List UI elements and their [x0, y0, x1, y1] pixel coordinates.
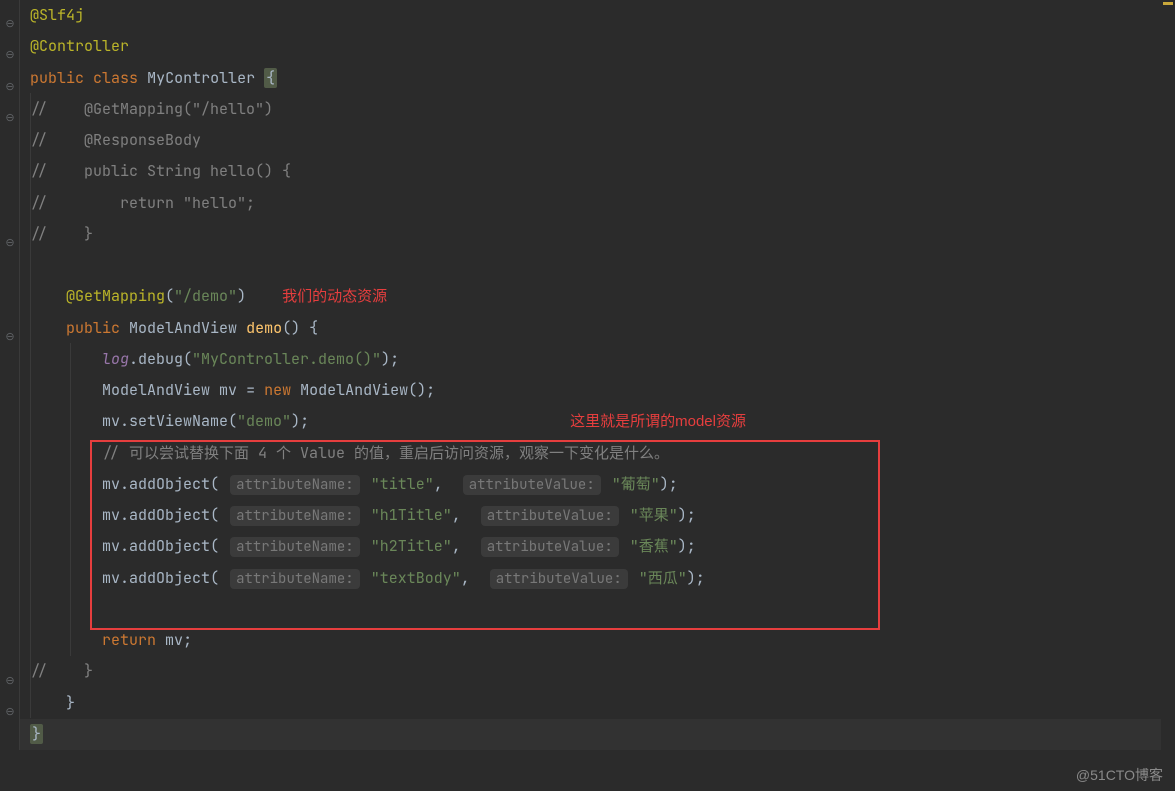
- code-line[interactable]: @Slf4j: [20, 0, 1175, 31]
- annotation: @Slf4j: [30, 5, 84, 25]
- code-line[interactable]: // @GetMapping("/hello"): [20, 94, 1175, 125]
- code-line[interactable]: mv.setViewName("demo"); 这里就是所谓的model资源: [20, 406, 1175, 437]
- fold-icon[interactable]: ⊖: [3, 103, 17, 117]
- fold-icon[interactable]: ⊖: [3, 40, 17, 54]
- code-line[interactable]: mv.addObject( attributeName: "textBody",…: [20, 563, 1175, 594]
- code-line[interactable]: @Controller: [20, 31, 1175, 62]
- fold-icon[interactable]: ⊖: [3, 72, 17, 86]
- param-hint: attributeName:: [230, 475, 360, 495]
- code-line[interactable]: // 可以尝试替换下面 4 个 Value 的值，重启后访问资源，观察一下变化是…: [20, 438, 1175, 469]
- code-line[interactable]: }: [20, 719, 1175, 750]
- code-line[interactable]: // return "hello";: [20, 188, 1175, 219]
- watermark: @51CTO博客: [1076, 760, 1163, 791]
- fold-icon[interactable]: ⊖: [3, 9, 17, 23]
- param-hint: attributeName:: [230, 569, 360, 589]
- code-line[interactable]: public ModelAndView demo() {: [20, 313, 1175, 344]
- annotation: @Controller: [30, 36, 129, 56]
- code-line[interactable]: mv.addObject( attributeName: "h1Title", …: [20, 500, 1175, 531]
- code-line[interactable]: // public String hello() {: [20, 156, 1175, 187]
- fold-icon[interactable]: ⊖: [3, 666, 17, 680]
- param-hint: attributeName:: [230, 537, 360, 557]
- code-line[interactable]: mv.addObject( attributeName: "title", at…: [20, 469, 1175, 500]
- param-hint: attributeValue:: [481, 506, 619, 526]
- code-line[interactable]: public class MyController {: [20, 63, 1175, 94]
- code-line[interactable]: // }: [20, 219, 1175, 250]
- code-line[interactable]: @GetMapping("/demo") 我们的动态资源: [20, 281, 1175, 312]
- param-hint: attributeValue:: [481, 537, 619, 557]
- matched-brace: {: [264, 68, 277, 88]
- param-hint: attributeValue:: [463, 475, 601, 495]
- code-line[interactable]: log.debug("MyController.demo()");: [20, 344, 1175, 375]
- fold-icon[interactable]: ⊖: [3, 697, 17, 711]
- inline-annotation: 这里就是所谓的model资源: [570, 413, 746, 430]
- code-line[interactable]: [20, 250, 1175, 281]
- code-line[interactable]: ModelAndView mv = new ModelAndView();: [20, 375, 1175, 406]
- matched-brace: }: [30, 724, 43, 744]
- error-stripe[interactable]: [1161, 0, 1175, 789]
- code-line[interactable]: // @ResponseBody: [20, 125, 1175, 156]
- code-line[interactable]: // }: [20, 656, 1175, 687]
- code-editor[interactable]: ⊖ ⊖ ⊖ ⊖ ⊖ ⊖ ⊖ ⊖ @Slf4j @Controller publi…: [0, 0, 1175, 750]
- fold-icon[interactable]: ⊖: [3, 322, 17, 336]
- code-line[interactable]: return mv;: [20, 625, 1175, 656]
- param-hint: attributeName:: [230, 506, 360, 526]
- code-line[interactable]: mv.addObject( attributeName: "h2Title", …: [20, 531, 1175, 562]
- param-hint: attributeValue:: [490, 569, 628, 589]
- gutter: ⊖ ⊖ ⊖ ⊖ ⊖ ⊖ ⊖ ⊖: [0, 0, 20, 750]
- warning-marker[interactable]: [1163, 2, 1173, 5]
- code-line[interactable]: [20, 594, 1175, 625]
- inline-annotation: 我们的动态资源: [282, 288, 387, 305]
- code-line[interactable]: }: [20, 688, 1175, 719]
- fold-icon[interactable]: ⊖: [3, 228, 17, 242]
